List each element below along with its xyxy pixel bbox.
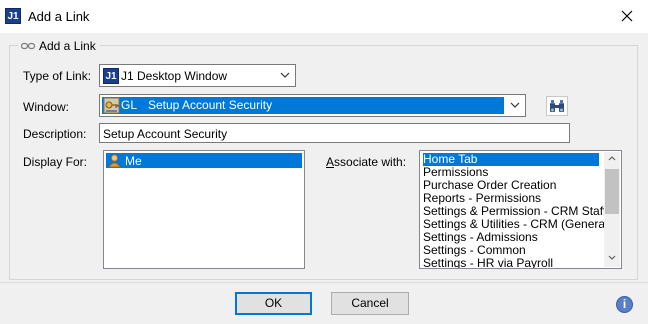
- display-for-list[interactable]: Me: [103, 150, 305, 269]
- vertical-scrollbar[interactable]: [604, 152, 620, 267]
- title-bar[interactable]: [0, 0, 648, 33]
- list-item[interactable]: Settings - HR via Payroll: [423, 257, 553, 269]
- help-icon[interactable]: i: [616, 296, 633, 313]
- window-label: Window:: [23, 100, 70, 114]
- window-module: GL: [121, 98, 138, 112]
- window-title: Add a Link: [28, 9, 90, 24]
- chevron-down-icon[interactable]: [608, 255, 616, 260]
- j1-icon: J1: [103, 68, 119, 84]
- description-label: Description:: [23, 127, 87, 141]
- associate-with-label-rest: ssociate with:: [334, 155, 407, 169]
- group-legend: Add a Link: [18, 39, 100, 53]
- associate-with-list[interactable]: Home Tab Permissions Purchase Order Crea…: [419, 150, 622, 269]
- description-value: Setup Account Security: [103, 127, 228, 141]
- link-icon: [21, 42, 35, 50]
- display-for-label: Display For:: [23, 155, 88, 169]
- find-window-button[interactable]: [546, 96, 568, 116]
- window-combo[interactable]: GL Setup Account Security: [99, 94, 526, 117]
- description-field[interactable]: Setup Account Security: [99, 123, 570, 143]
- close-button[interactable]: [614, 4, 640, 28]
- type-of-link-label: Type of Link:: [23, 69, 92, 83]
- user-icon: [108, 154, 121, 168]
- type-of-link-combo[interactable]: J1 J1 Desktop Window: [99, 64, 296, 87]
- window-value: Setup Account Security: [148, 98, 273, 112]
- associate-with-label: Associate with:: [326, 155, 407, 169]
- scroll-thumb[interactable]: [605, 169, 619, 214]
- app-icon: J1: [5, 8, 21, 24]
- ok-button[interactable]: OK: [235, 292, 312, 315]
- type-of-link-value: J1 Desktop Window: [121, 69, 228, 83]
- footer-separator: [0, 282, 648, 283]
- chevron-down-icon: [510, 102, 520, 108]
- window-combo-selection: GL Setup Account Security: [102, 97, 504, 114]
- display-for-item-label: Me: [125, 154, 142, 168]
- chevron-down-icon: [280, 72, 290, 78]
- group-legend-text: Add a Link: [39, 39, 96, 53]
- binoculars-icon: [550, 100, 564, 112]
- security-icon: [103, 97, 120, 114]
- chevron-up-icon[interactable]: [608, 156, 616, 161]
- cancel-button[interactable]: Cancel: [331, 292, 409, 315]
- close-icon: [621, 10, 633, 22]
- list-item[interactable]: Me: [106, 153, 302, 168]
